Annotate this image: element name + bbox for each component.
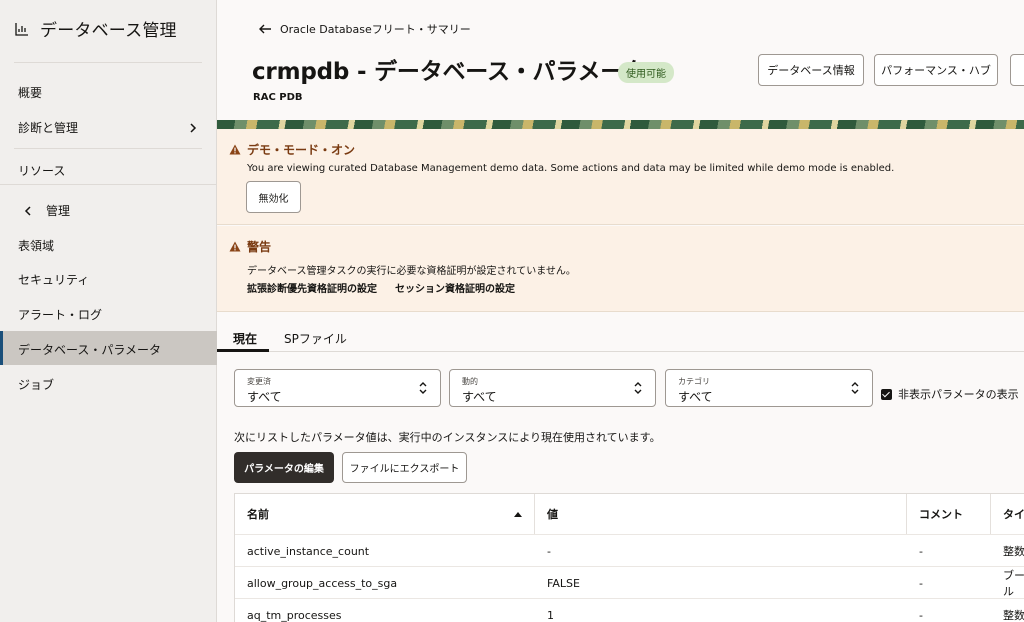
checkbox-label: 非表示パラメータの表示	[898, 388, 1019, 401]
select-label: カテゴリ	[678, 377, 710, 386]
db-info-button[interactable]: データベース情報	[758, 54, 864, 86]
cell-type: 整数	[1003, 545, 1024, 558]
sidebar-section-resources: リソース	[18, 164, 66, 178]
set-diag-credentials-link[interactable]: 拡張診断優先資格証明の設定	[247, 280, 377, 295]
cell-comment: -	[919, 576, 923, 590]
cell-type: ブール	[1003, 569, 1024, 598]
sidebar-item-label: 管理	[46, 204, 71, 218]
header-banner	[217, 120, 1024, 129]
alert-header: デモ・モード・オン	[229, 141, 355, 158]
alert-message: You are viewing curated Database Managem…	[247, 163, 895, 174]
alert-title: 警告	[247, 240, 272, 254]
sidebar: データベース管理 概要 診断と管理 リソース 管理 表領域 セキュリティ アラー…	[0, 0, 217, 622]
tab-active-indicator	[217, 349, 269, 352]
set-session-credentials-link[interactable]: セッション資格証明の設定	[395, 280, 515, 295]
column-label: 名前	[247, 508, 269, 521]
sidebar-back-manage[interactable]: 管理	[24, 202, 70, 219]
more-button[interactable]	[1010, 54, 1024, 86]
divider	[0, 184, 216, 185]
table-row[interactable]: active_instance_count - - 整数	[235, 534, 1024, 566]
column-header-name[interactable]: 名前	[235, 494, 535, 534]
category-select[interactable]: カテゴリ すべて	[665, 369, 873, 407]
select-value: すべて	[678, 390, 713, 404]
sidebar-item-overview[interactable]: 概要	[18, 84, 42, 101]
export-file-button[interactable]: ファイルにエクスポート	[342, 452, 467, 483]
show-hidden-params-checkbox[interactable]: 非表示パラメータの表示	[881, 386, 1019, 402]
chevron-updown-icon	[851, 382, 859, 394]
cell-type: 整数	[1003, 609, 1024, 622]
chevron-updown-icon	[634, 382, 642, 394]
info-text: 次にリストしたパラメータ値は、実行中のインスタンスにより現在使用されています。	[234, 431, 661, 444]
select-value: すべて	[247, 390, 282, 404]
select-label: 動的	[462, 377, 478, 386]
sidebar-header: データベース管理	[14, 16, 177, 41]
edit-params-button[interactable]: パラメータの編集	[234, 452, 334, 483]
sidebar-item-security[interactable]: セキュリティ	[18, 271, 89, 288]
divider	[14, 148, 202, 149]
warning-icon	[229, 144, 241, 155]
sidebar-item-alert-log[interactable]: アラート・ログ	[18, 306, 102, 323]
sidebar-item-label: 診断と管理	[18, 121, 79, 135]
page-subtitle: RAC PDB	[253, 92, 303, 103]
sort-ascending-icon	[514, 512, 522, 517]
arrow-left-icon	[259, 24, 271, 34]
column-header-type[interactable]: タイプ	[991, 494, 1024, 534]
chevron-left-icon	[24, 205, 31, 216]
dynamic-select[interactable]: 動的 すべて	[449, 369, 656, 407]
demo-mode-alert: デモ・モード・オン You are viewing curated Databa…	[217, 129, 1024, 225]
back-link-label: Oracle Databaseフリート・サマリー	[280, 23, 471, 36]
chevron-updown-icon	[419, 382, 427, 394]
cell-comment: -	[919, 608, 923, 622]
cell-value: 1	[547, 608, 554, 622]
cell-value: FALSE	[547, 576, 580, 590]
status-badge: 使用可能	[618, 62, 674, 83]
alert-header: 警告	[229, 238, 271, 255]
select-value: すべて	[462, 390, 497, 404]
cell-name: allow_group_access_to_sga	[247, 576, 398, 590]
alert-message: データベース管理タスクの実行に必要な資格証明が設定されていません。	[247, 266, 576, 277]
page-title: crmpdb - データベース・パラメータ	[252, 59, 646, 85]
disable-demo-button[interactable]: 無効化	[246, 181, 301, 213]
cell-name: active_instance_count	[247, 544, 370, 558]
divider	[14, 62, 202, 63]
back-link[interactable]: Oracle Databaseフリート・サマリー	[258, 21, 471, 37]
warning-alert: 警告 データベース管理タスクの実行に必要な資格証明が設定されていません。 拡張診…	[217, 226, 1024, 312]
alert-title: デモ・モード・オン	[247, 143, 356, 157]
chart-icon	[15, 22, 28, 36]
checkbox-checked-icon[interactable]	[881, 388, 892, 400]
alert-links: 拡張診断優先資格証明の設定 セッション資格証明の設定	[247, 280, 515, 295]
sidebar-item-db-params[interactable]: データベース・パラメータ	[0, 331, 217, 365]
sidebar-title: データベース管理	[40, 21, 177, 41]
changed-select[interactable]: 変更済 すべて	[234, 369, 441, 407]
table-row[interactable]: allow_group_access_to_sga FALSE - ブール	[235, 566, 1024, 598]
table-row[interactable]: aq_tm_processes 1 - 整数	[235, 598, 1024, 622]
cell-comment: -	[919, 544, 923, 558]
params-table: 名前 値 コメント タイプ active_instance_count - - …	[234, 493, 1024, 622]
sidebar-item-label: データベース・パラメータ	[18, 343, 162, 357]
chevron-right-icon	[190, 122, 197, 133]
tab-current[interactable]: 現在	[233, 330, 257, 347]
warning-icon	[229, 241, 241, 252]
sidebar-item-tablespaces[interactable]: 表領域	[18, 237, 54, 254]
cell-name: aq_tm_processes	[247, 608, 342, 622]
tab-spfile[interactable]: SPファイル	[284, 330, 347, 347]
column-header-value[interactable]: 値	[535, 494, 907, 534]
select-label: 変更済	[247, 377, 271, 386]
perf-hub-button[interactable]: パフォーマンス・ハブ	[874, 54, 998, 86]
sidebar-item-jobs[interactable]: ジョブ	[18, 376, 54, 393]
sidebar-item-diagnostics[interactable]: 診断と管理	[18, 119, 198, 136]
cell-value: -	[547, 544, 551, 558]
column-header-comment[interactable]: コメント	[907, 494, 991, 534]
tab-bar: 現在 SPファイル	[217, 322, 1024, 352]
